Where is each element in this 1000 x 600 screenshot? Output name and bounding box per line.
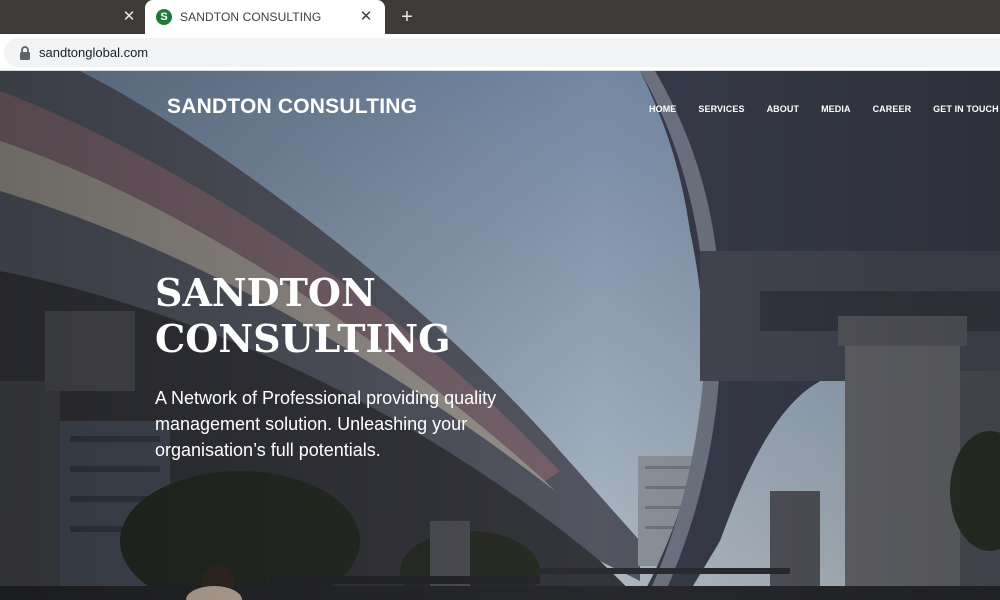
nav-item-services[interactable]: SERVICES xyxy=(698,104,744,114)
hero-subtitle: A Network of Professional providing qual… xyxy=(155,388,497,460)
browser-tab-strip: ✕ S SANDTON CONSULTING ✕ + xyxy=(0,0,1000,34)
site-favicon-icon: S xyxy=(156,9,172,25)
nav-item-home[interactable]: HOME xyxy=(649,104,676,114)
tab-title: SANDTON CONSULTING xyxy=(180,10,322,24)
close-tab-icon[interactable]: ✕ xyxy=(120,8,138,26)
web-page: SANDTON CONSULTING HOME SERVICES ABOUT M… xyxy=(0,71,1000,600)
main-navigation: HOME SERVICES ABOUT MEDIA CAREER GET IN … xyxy=(649,104,999,114)
address-bar[interactable]: sandtonglobal.com xyxy=(4,38,1000,67)
url-text[interactable]: sandtonglobal.com xyxy=(39,45,148,60)
nav-item-get-in-touch[interactable]: GET IN TOUCH xyxy=(933,104,999,114)
new-tab-button[interactable]: + xyxy=(396,6,418,28)
site-logo[interactable]: SANDTON CONSULTING xyxy=(167,95,417,119)
browser-toolbar: sandtonglobal.com xyxy=(0,34,1000,71)
close-tab-icon[interactable]: ✕ xyxy=(357,8,375,26)
nav-item-about[interactable]: ABOUT xyxy=(767,104,800,114)
lock-icon xyxy=(20,46,30,60)
browser-tab-active[interactable]: S SANDTON CONSULTING ✕ xyxy=(145,0,385,34)
browser-tab-previous[interactable]: ✕ xyxy=(0,0,145,34)
hero-title: SANDTON CONSULTING xyxy=(155,270,451,361)
nav-item-media[interactable]: MEDIA xyxy=(821,104,851,114)
nav-item-career[interactable]: CAREER xyxy=(873,104,912,114)
